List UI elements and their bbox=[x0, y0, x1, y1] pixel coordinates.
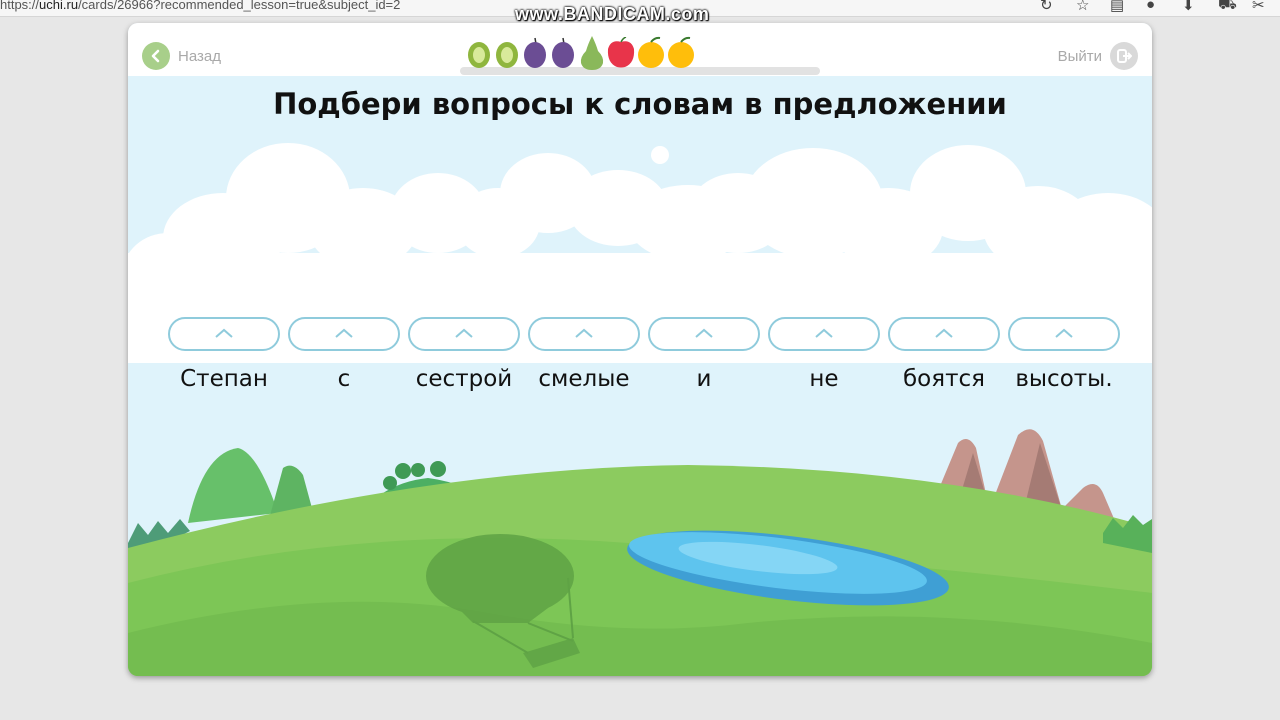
sentence-word: сестрой bbox=[415, 366, 513, 392]
sentence-word: боятся bbox=[903, 366, 985, 392]
question-dropdown-button[interactable] bbox=[168, 317, 280, 351]
lesson-card: Назад Выйти Подбери вопросы к словам в п… bbox=[128, 23, 1152, 676]
exit-door-icon bbox=[1110, 42, 1138, 70]
kiwi-icon bbox=[496, 42, 518, 68]
exit-label: Выйти bbox=[1057, 47, 1102, 65]
kiwi-icon bbox=[468, 42, 490, 68]
back-button[interactable]: Назад bbox=[142, 42, 221, 70]
word-slot: Степан bbox=[164, 317, 284, 392]
sentence-word: смелые bbox=[538, 366, 630, 392]
sentence-word: высоты. bbox=[1015, 366, 1113, 392]
progress-fruits bbox=[467, 35, 767, 75]
word-slot: сестрой bbox=[404, 317, 524, 392]
orange-icon bbox=[638, 36, 664, 68]
back-label: Назад bbox=[178, 47, 221, 65]
extension-icon[interactable]: ● bbox=[1146, 0, 1155, 13]
scissors-icon[interactable]: ✂ bbox=[1252, 0, 1265, 14]
reload-icon[interactable]: ↻ bbox=[1040, 0, 1053, 14]
url-path: /cards/26966?recommended_lesson=true&sub… bbox=[78, 0, 401, 12]
url-host: uchi.ru bbox=[39, 0, 79, 12]
chevron-up-icon bbox=[1055, 328, 1073, 338]
chevron-up-icon bbox=[815, 328, 833, 338]
recorder-watermark: www.BANDICAM.com bbox=[515, 4, 710, 24]
chevron-up-icon bbox=[455, 328, 473, 338]
sentence-word: не bbox=[809, 366, 839, 392]
reading-list-icon[interactable]: ▤ bbox=[1110, 0, 1124, 14]
download-icon[interactable]: ⬇ bbox=[1182, 0, 1195, 14]
pear-icon bbox=[580, 36, 604, 70]
question-dropdown-button[interactable] bbox=[888, 317, 1000, 351]
back-arrow-icon bbox=[142, 42, 170, 70]
word-slot: и bbox=[644, 317, 764, 392]
word-slot: с bbox=[284, 317, 404, 392]
lesson-header: Назад Выйти bbox=[128, 23, 1152, 76]
bookmark-star-icon[interactable]: ☆ bbox=[1076, 0, 1089, 14]
orange-icon bbox=[668, 36, 694, 68]
word-slot: смелые bbox=[524, 317, 644, 392]
address-bar[interactable]: https://uchi.ru/cards/26966?recommended_… bbox=[0, 0, 400, 12]
chevron-up-icon bbox=[215, 328, 233, 338]
chevron-up-icon bbox=[575, 328, 593, 338]
chevron-up-icon bbox=[695, 328, 713, 338]
word-question-slots: Степан с сестрой смелые и не боятся высо… bbox=[164, 317, 1124, 407]
chevron-up-icon bbox=[335, 328, 353, 338]
question-dropdown-button[interactable] bbox=[648, 317, 760, 351]
chevron-up-icon bbox=[935, 328, 953, 338]
word-slot: не bbox=[764, 317, 884, 392]
plum-icon bbox=[524, 37, 546, 68]
url-prefix: https:// bbox=[0, 0, 40, 12]
question-dropdown-button[interactable] bbox=[768, 317, 880, 351]
exit-button[interactable]: Выйти bbox=[1058, 42, 1138, 70]
sentence-word: Степан bbox=[180, 366, 268, 392]
question-dropdown-button[interactable] bbox=[1008, 317, 1120, 351]
question-dropdown-button[interactable] bbox=[408, 317, 520, 351]
task-title: Подбери вопросы к словам в предложении bbox=[273, 87, 1007, 121]
sentence-word: и bbox=[696, 366, 712, 392]
question-dropdown-button[interactable] bbox=[288, 317, 400, 351]
cart-icon[interactable]: ⛟ bbox=[1218, 0, 1237, 15]
question-dropdown-button[interactable] bbox=[528, 317, 640, 351]
plum-icon bbox=[552, 37, 574, 68]
word-slot: высоты. bbox=[1004, 317, 1124, 392]
word-slot: боятся bbox=[884, 317, 1004, 392]
apple-icon bbox=[607, 37, 635, 68]
sentence-word: с bbox=[337, 366, 351, 392]
